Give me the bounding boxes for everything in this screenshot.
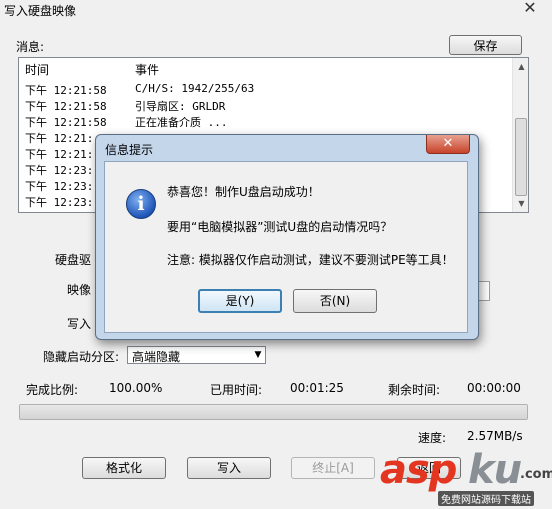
row-time: 下午 12:21:58 (25, 116, 107, 129)
complete-label: 完成比例: (26, 383, 79, 397)
row-event: 引导扇区: GRLDR (135, 100, 226, 113)
watermark-brand-b: ku (468, 447, 522, 493)
column-header-event[interactable]: 事件 (135, 61, 159, 78)
table-row: 下午 12:21:58 C/H/S: 1942/255/63 (19, 82, 512, 98)
image-file-label: 映像 (67, 283, 92, 297)
disk-drive-label: 硬盘驱 (55, 253, 92, 267)
table-row: 下午 12:21:58 正在准备介质 ... (19, 114, 512, 130)
dialog-message-note: 注意: 模拟器仅作启动测试，建议不要测试PE等工具！ (167, 253, 454, 267)
write-mode-label: 写入 (67, 317, 92, 331)
info-icon: i (126, 189, 156, 219)
row-time: 下午 12:21: (25, 148, 94, 161)
row-time: 下午 12:23: (25, 180, 94, 193)
image-file-field[interactable] (478, 281, 490, 301)
dialog-message-question: 要用“电脑模拟器”测试U盘的启动情况吗？ (167, 220, 393, 234)
table-row: 下午 12:21:58 引导扇区: GRLDR (19, 98, 512, 114)
complete-value: 100.00% (109, 381, 163, 395)
info-dialog: 信息提示 ✕ i 恭喜您！制作U盘启动成功！ 要用“电脑模拟器”测试U盘的启动情… (95, 134, 479, 340)
asp-ku-watermark: asp ku .com 免费网站源码下载站 (380, 447, 552, 509)
save-button[interactable]: 保存 (449, 35, 522, 55)
format-button[interactable]: 格式化 (82, 457, 166, 479)
dialog-body: i 恭喜您！制作U盘启动成功！ 要用“电脑模拟器”测试U盘的启动情况吗？ 注意:… (104, 161, 468, 333)
no-button[interactable]: 否(N) (293, 289, 377, 313)
speed-value: 2.57MB/s (467, 429, 523, 443)
speed-label: 速度: (418, 431, 447, 445)
close-icon[interactable]: ✕ (426, 135, 470, 154)
chevron-down-icon[interactable]: ▼ (250, 347, 266, 363)
dialog-message-success: 恭喜您！制作U盘启动成功！ (167, 185, 320, 199)
yes-button[interactable]: 是(Y) (198, 289, 282, 313)
row-time: 下午 12:21: (25, 132, 94, 145)
log-scrollbar[interactable]: ▲ ▼ (512, 58, 528, 212)
column-header-time[interactable]: 时间 (25, 61, 49, 78)
elapsed-value: 00:01:25 (290, 381, 344, 395)
title-bar: 写入硬盘映像 ✕ (0, 0, 552, 22)
row-time: 下午 12:21:58 (25, 100, 107, 113)
log-header: 时间 事件 (19, 61, 512, 79)
remaining-value: 00:00:00 (467, 381, 521, 395)
hide-partition-select[interactable]: 高端隐藏 ▼ (127, 346, 266, 364)
close-icon[interactable]: ✕ (510, 0, 550, 17)
progress-fill (20, 405, 527, 419)
watermark-brand-a: asp (380, 447, 457, 493)
row-event: C/H/S: 1942/255/63 (135, 82, 255, 95)
progress-bar (19, 404, 528, 420)
abort-button[interactable]: 终止[A] (291, 457, 375, 479)
hide-partition-value: 高端隐藏 (132, 350, 181, 364)
elapsed-label: 已用时间: (210, 383, 263, 397)
row-event: 正在准备介质 ... (135, 116, 228, 129)
dialog-title-bar[interactable]: 信息提示 ✕ (96, 135, 478, 161)
scroll-down-icon[interactable]: ▼ (513, 195, 528, 212)
row-time: 下午 12:23: (25, 196, 94, 209)
row-time: 下午 12:23: (25, 164, 94, 177)
write-button[interactable]: 写入 (187, 457, 271, 479)
dialog-title: 信息提示 (105, 143, 154, 157)
remaining-label: 剩余时间: (388, 383, 441, 397)
scroll-up-icon[interactable]: ▲ (513, 58, 528, 75)
hide-partition-label: 隐藏启动分区: (43, 350, 120, 364)
watermark-tagline: 免费网站源码下载站 (438, 491, 534, 506)
watermark-suffix: .com (520, 467, 552, 482)
messages-label: 消息: (16, 40, 45, 54)
scroll-thumb[interactable] (515, 118, 527, 196)
window-title: 写入硬盘映像 (4, 4, 77, 18)
row-time: 下午 12:21:58 (25, 84, 107, 97)
